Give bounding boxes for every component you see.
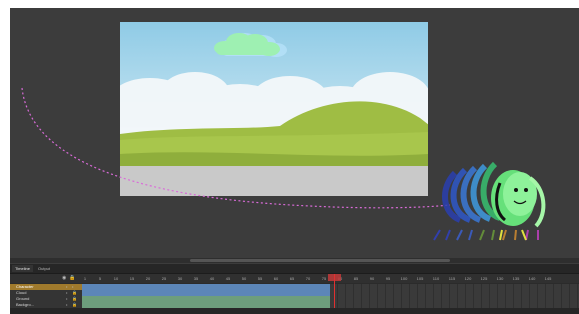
ruler-label: 125 [480,276,488,281]
ruler-label: 55 [257,276,263,281]
lock-dot[interactable]: 🔒 [72,296,77,301]
ruler-label: 145 [544,276,552,281]
ruler-label: 40 [209,276,215,281]
ruler-label: 25 [161,276,167,281]
visibility-dot[interactable]: • [66,302,67,307]
ruler-label: 60 [273,276,279,281]
ruler-label: 75 [321,276,327,281]
ruler-label: 100 [400,276,408,281]
lock-icon[interactable]: 🔒 [69,275,75,281]
ruler-label: 70 [305,276,311,281]
ruler-label: 1 [83,276,87,281]
visibility-dot[interactable]: • [66,284,67,289]
ruler-label: 10 [113,276,119,281]
character-body [491,170,546,241]
lock-dot[interactable]: 🔒 [72,302,77,307]
ruler-label: 85 [353,276,359,281]
flash-workspace: Timeline Output ◉ 🔒 1 5 10 15 20 25 30 3… [10,8,579,314]
pasteboard[interactable] [10,8,579,264]
panel-tabs: Timeline Output [10,264,579,274]
character-onion-skin[interactable] [10,8,579,264]
tab-timeline[interactable]: Timeline [12,265,33,272]
visibility-dot[interactable]: • [66,290,67,295]
lock-dot[interactable]: 🔒 [72,290,77,295]
ruler-label: 45 [225,276,231,281]
horizontal-scrollbar[interactable] [10,258,579,263]
timeline-footer [10,308,579,314]
ruler-label: 20 [145,276,151,281]
ruler-label: 115 [448,276,456,281]
ruler-label: 5 [98,276,102,281]
eye-icon[interactable]: ◉ [62,275,66,281]
ruler-label: 140 [528,276,536,281]
ruler-label: 65 [289,276,295,281]
ruler-label: 135 [512,276,520,281]
ruler-label: 130 [496,276,504,281]
frame-ruler[interactable]: ◉ 🔒 1 5 10 15 20 25 30 35 40 45 50 55 60… [10,274,579,283]
ruler-label: 95 [385,276,391,281]
ruler-label: 110 [432,276,440,281]
scrollbar-thumb[interactable] [190,259,450,262]
ruler-label: 30 [177,276,183,281]
ruler-label: 50 [241,276,247,281]
ruler-label: 120 [464,276,472,281]
ruler-label: 15 [129,276,135,281]
tab-output[interactable]: Output [35,265,53,272]
lock-dot[interactable]: • [72,284,73,289]
ruler-label: 90 [369,276,375,281]
visibility-dot[interactable]: • [66,296,67,301]
timeline-panel: Timeline Output ◉ 🔒 1 5 10 15 20 25 30 3… [10,264,579,314]
ruler-label: 105 [416,276,424,281]
ruler-label: 35 [193,276,199,281]
